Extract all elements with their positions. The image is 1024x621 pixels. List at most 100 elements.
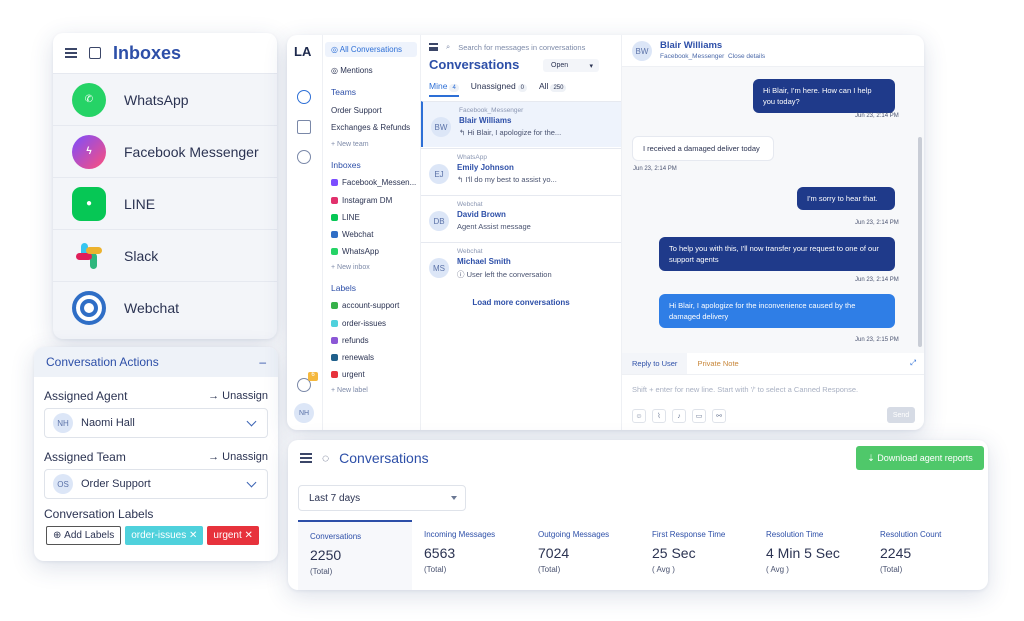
tab-all[interactable]: All 250 — [539, 81, 567, 97]
metric-label: Incoming Messages — [424, 530, 496, 539]
actions-header[interactable]: Conversation Actions – — [34, 347, 278, 377]
inbox-item-messenger[interactable]: ϟ Facebook Messenger — [53, 125, 277, 177]
expand-icon[interactable]: ⤢ — [910, 358, 916, 374]
message-thread: Hi Blair, I'm here. How can I help you t… — [622, 67, 924, 353]
actions-title: Conversation Actions — [46, 355, 159, 369]
metric-value: 7024 — [538, 545, 570, 561]
inbox-label: Webchat — [124, 299, 179, 316]
tab-private-note[interactable]: Private Note — [687, 353, 748, 374]
metric-value: 4 Min 5 Sec — [766, 545, 840, 561]
sidebar-item-inbox[interactable]: Facebook_Messen... — [331, 178, 416, 187]
inbox-item-slack[interactable]: Slack — [53, 229, 277, 281]
emoji-icon[interactable]: ☺ — [632, 409, 646, 423]
conversation-list: ⌕ Search for messages in conversations C… — [421, 35, 622, 430]
load-more-button[interactable]: Load more conversations — [421, 298, 621, 307]
line-icon: ● — [72, 186, 106, 221]
tab-unassigned[interactable]: Unassigned 0 — [471, 81, 528, 97]
sidebar-item-team[interactable]: Exchanges & Refunds — [331, 123, 410, 132]
sidebar-item-team[interactable]: Order Support — [331, 106, 382, 115]
search-input[interactable]: Search for messages in conversations — [458, 43, 585, 52]
tab-mine[interactable]: Mine 4 — [429, 81, 459, 97]
sidebar-item-label[interactable]: order-issues — [331, 319, 386, 328]
sidebar-item-label[interactable]: refunds — [331, 336, 369, 345]
assigned-team-label: Assigned Team — [44, 450, 126, 464]
hamburger-icon[interactable] — [429, 43, 438, 51]
conversations-icon[interactable] — [297, 90, 311, 104]
settings-icon[interactable] — [297, 150, 311, 164]
avatar: EJ — [429, 164, 449, 184]
add-labels-button[interactable]: ⊕ Add Labels — [46, 526, 122, 545]
microphone-icon[interactable]: ♪ — [672, 409, 686, 423]
inbox-item-webchat[interactable]: Webchat — [53, 281, 277, 333]
metric-card[interactable]: Conversations 2250 (Total) — [298, 520, 412, 590]
close-details-link[interactable]: Close details — [728, 53, 765, 60]
new-team-link[interactable]: + New team — [331, 141, 369, 148]
message-input[interactable]: Shift + enter for new line. Start with '… — [632, 385, 858, 394]
conversations-title: Conversations — [429, 57, 520, 72]
conversation-item[interactable]: BW Facebook_Messenger Blair Williams ↰ H… — [421, 101, 621, 147]
message-time: Jun 23, 2:14 PM — [855, 220, 899, 226]
sidebar-item-label[interactable]: urgent — [331, 370, 365, 379]
metric-unit: (Total) — [538, 565, 561, 574]
unassign-team-button[interactable]: → Unassign — [208, 451, 268, 463]
inbox-item-whatsapp[interactable]: ✆ WhatsApp — [53, 73, 277, 125]
canned-response-icon[interactable]: ⚯ — [712, 409, 726, 423]
hamburger-icon[interactable] — [300, 453, 312, 463]
conversation-sidebar: ◎ All Conversations ◎ Mentions Teams Ord… — [323, 35, 421, 430]
label-chip-urgent[interactable]: urgent ✕ — [207, 526, 259, 545]
sidebar-item-inbox[interactable]: Webchat — [331, 230, 373, 239]
label-chip-order-issues[interactable]: order-issues ✕ — [125, 526, 204, 545]
messenger-icon: ϟ — [72, 134, 106, 169]
inbox-label: LINE — [124, 195, 156, 212]
message-bubble: Hi Blair, I'm here. How can I help you t… — [753, 79, 895, 113]
sidebar-item-label[interactable]: account-support — [331, 301, 399, 310]
sidebar-item-all-conversations[interactable]: ◎ All Conversations — [325, 42, 417, 57]
metric-value: 2245 — [880, 545, 912, 561]
channel-name: Webchat — [457, 248, 483, 255]
chevron-down-icon — [246, 477, 257, 487]
sidebar-item-inbox[interactable]: Instagram DM — [331, 196, 392, 205]
agent-select[interactable]: NH Naomi Hall — [44, 408, 268, 438]
inboxes-header: Inboxes — [53, 33, 277, 73]
new-label-link[interactable]: + New label — [331, 387, 368, 394]
sidebar-item-label[interactable]: renewals — [331, 353, 374, 362]
message-preview: ↰ Hi Blair, I apologize for the... — [459, 128, 562, 137]
user-avatar[interactable]: NH — [294, 403, 314, 423]
sidebar-item-mentions[interactable]: ◎ Mentions — [331, 66, 373, 75]
message-time: Jun 23, 2:14 PM — [633, 166, 677, 172]
sidebar-item-inbox[interactable]: WhatsApp — [331, 247, 379, 256]
tab-reply-to-user[interactable]: Reply to User — [622, 353, 688, 374]
message-preview: Agent Assist message — [457, 222, 531, 231]
attachment-icon[interactable]: ⌇ — [652, 409, 666, 423]
metric-card[interactable]: Resolution Time 4 Min 5 Sec ( Avg ) — [754, 520, 868, 590]
new-inbox-link[interactable]: + New inbox — [331, 264, 370, 271]
send-button[interactable]: Send — [887, 407, 915, 423]
conversation-item[interactable]: MS Webchat Michael Smith ⓘ User left the… — [421, 242, 621, 288]
metric-value: 6563 — [424, 545, 456, 561]
conversation-item[interactable]: EJ WhatsApp Emily Johnson ↰ I'll do my b… — [421, 148, 621, 194]
collapse-icon[interactable]: – — [259, 355, 266, 369]
hamburger-icon[interactable] — [65, 48, 77, 58]
metric-label: First Response Time — [652, 530, 726, 539]
assigned-agent-label: Assigned Agent — [44, 389, 128, 403]
download-agent-reports-button[interactable]: ⇣ Download agent reports — [856, 446, 984, 470]
contact-name: Blair Williams — [660, 40, 723, 51]
message-preview: ⓘ User left the conversation — [457, 270, 552, 279]
metric-card[interactable]: Resolution Count 2245 (Total) — [868, 520, 982, 590]
conversation-item[interactable]: DB Webchat David Brown Agent Assist mess… — [421, 195, 621, 241]
inboxes-title: Inboxes — [113, 42, 182, 63]
status-dropdown[interactable]: Open ▾ — [543, 59, 599, 72]
reports-icon[interactable] — [297, 120, 311, 134]
contact-name: David Brown — [457, 210, 506, 219]
unassign-agent-button[interactable]: → Unassign — [208, 390, 268, 402]
inbox-item-line[interactable]: ● LINE — [53, 177, 277, 229]
metric-card[interactable]: Outgoing Messages 7024 (Total) — [526, 520, 640, 590]
scrollbar[interactable] — [918, 137, 922, 347]
metric-card[interactable]: First Response Time 25 Sec ( Avg ) — [640, 520, 754, 590]
metric-card[interactable]: Incoming Messages 6563 (Total) — [412, 520, 526, 590]
document-icon[interactable]: ▭ — [692, 409, 706, 423]
team-select[interactable]: OS Order Support — [44, 469, 268, 499]
notification-badge: 6 — [308, 372, 318, 381]
date-range-select[interactable]: Last 7 days — [298, 485, 466, 511]
sidebar-item-inbox[interactable]: LINE — [331, 213, 360, 222]
